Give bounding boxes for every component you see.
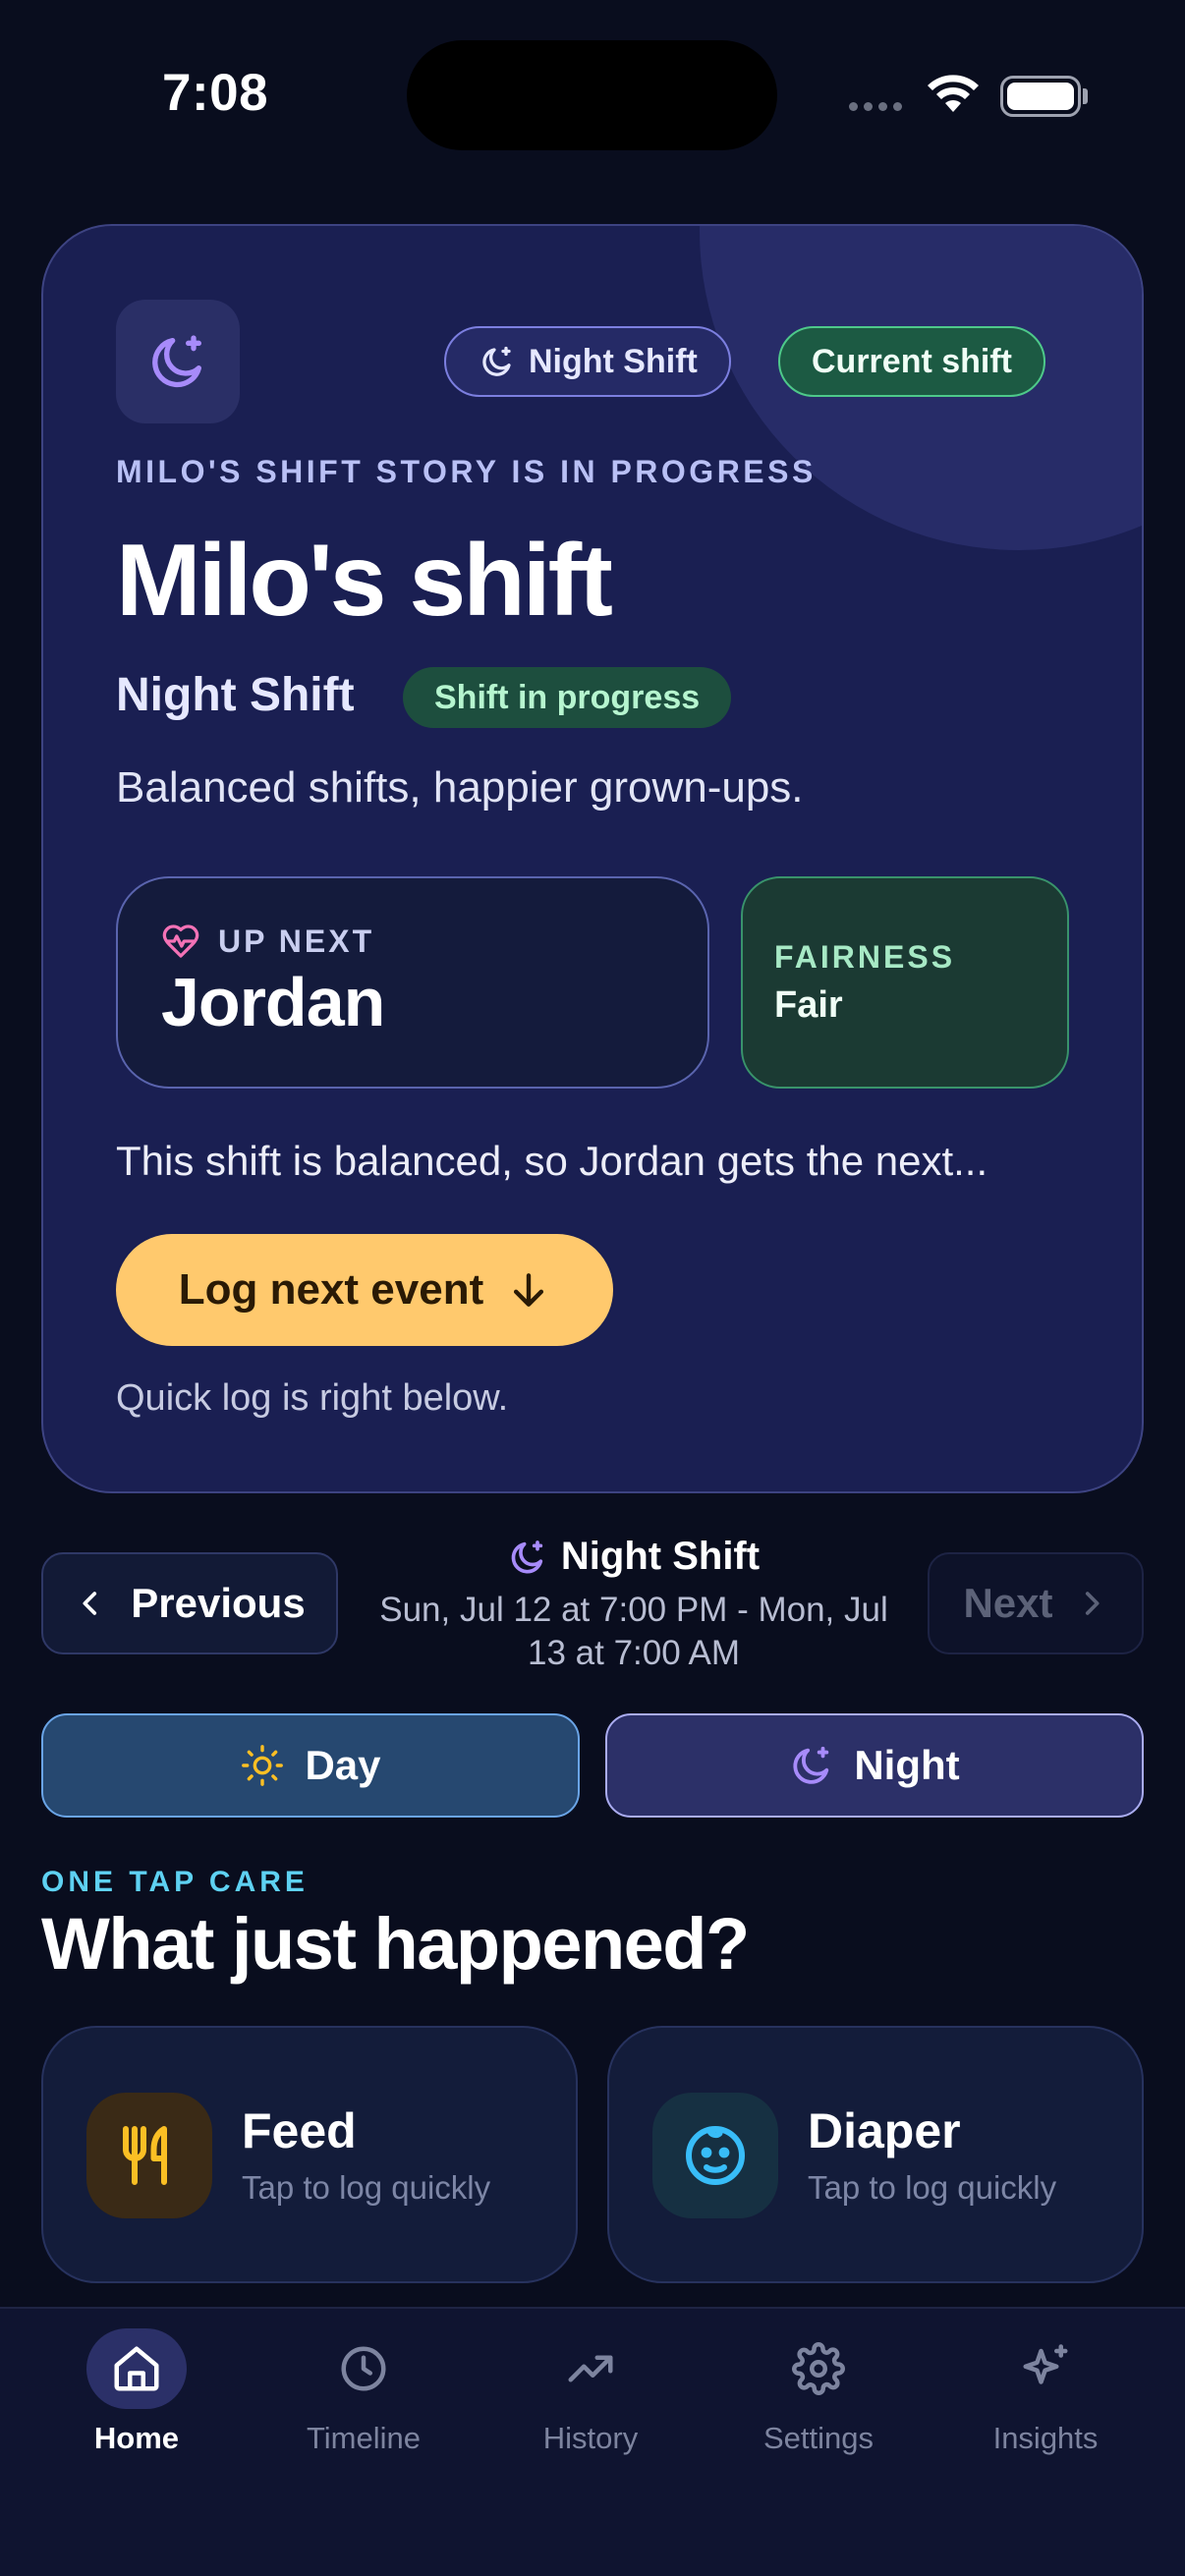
moon-star-icon: [482, 346, 511, 376]
next-shift-button[interactable]: Next: [928, 1552, 1144, 1654]
shift-hero-card: Night Shift Current shift MILO'S SHIFT S…: [41, 224, 1144, 1493]
current-shift-info: Night Shift Sun, Jul 12 at 7:00 PM - Mon…: [364, 1535, 904, 1675]
hero-tagline: Balanced shifts, happier grown-ups.: [116, 763, 804, 812]
fork-knife-icon: [123, 2126, 167, 2185]
baby-face-icon: [686, 2126, 745, 2185]
log-next-event-button[interactable]: Log next event: [116, 1234, 613, 1346]
tab-settings-icon-wrap: [768, 2328, 869, 2409]
night-mode-label: Night: [854, 1742, 960, 1788]
day-mode-label: Day: [305, 1742, 381, 1788]
diaper-card[interactable]: Diaper Tap to log quickly: [607, 2026, 1144, 2283]
battery-tip: [1083, 88, 1088, 104]
current-shift-title-text: Night Shift: [560, 1535, 761, 1578]
tab-timeline[interactable]: Timeline: [265, 2328, 462, 2456]
trend-icon: [568, 2355, 613, 2382]
up-next-card: UP NEXT Jordan: [116, 876, 709, 1089]
arrow-down-icon: [514, 1273, 544, 1307]
home-icon: [114, 2346, 159, 2391]
status-time: 7:08: [162, 64, 269, 122]
sun-icon: [242, 1745, 284, 1786]
fairness-card: FAIRNESS Fair: [741, 876, 1069, 1089]
tab-settings-label: Settings: [762, 2421, 874, 2455]
shift-subtitle: Night Shift: [116, 669, 355, 721]
quick-log-hint: Quick log is right below.: [116, 1377, 509, 1419]
page-title: Milo's shift: [116, 524, 613, 638]
shift-type-chip-label: Night Shift: [529, 342, 698, 380]
care-title: What just happened?: [41, 1903, 750, 1985]
hero-eyebrow: MILO'S SHIFT STORY IS IN PROGRESS: [116, 454, 817, 489]
tab-home-label: Home: [93, 2421, 180, 2455]
tab-history[interactable]: History: [492, 2328, 689, 2456]
moon-star-icon: [793, 1746, 829, 1784]
chevron-right-icon: [1085, 1592, 1100, 1615]
heart-pulse-icon: [162, 924, 199, 958]
current-shift-title: Night Shift: [364, 1535, 904, 1579]
day-mode-button[interactable]: Day: [41, 1713, 580, 1818]
next-label: Next: [963, 1580, 1053, 1626]
wifi-icon: [928, 75, 979, 112]
previous-shift-button[interactable]: Previous: [41, 1552, 338, 1654]
tab-bar: Home Timeline History Settings Insights: [0, 2307, 1185, 2576]
tab-home-icon-wrap: [86, 2328, 187, 2409]
current-shift-range: Sun, Jul 12 at 7:00 PM - Mon, Jul 13 at …: [379, 1591, 888, 1672]
diaper-icon-tile: [652, 2093, 778, 2218]
up-next-name: Jordan: [161, 964, 385, 1040]
feed-icon-tile: [86, 2093, 212, 2218]
tab-history-label: History: [542, 2421, 639, 2455]
fairness-explanation: This shift is balanced, so Jordan gets t…: [116, 1138, 988, 1184]
gear-icon: [792, 2342, 845, 2395]
tab-timeline-label: Timeline: [307, 2421, 421, 2455]
feed-name: Feed: [242, 2103, 357, 2158]
previous-label: Previous: [131, 1580, 306, 1626]
current-shift-chip: Current shift: [778, 326, 1045, 397]
feed-card[interactable]: Feed Tap to log quickly: [41, 2026, 578, 2283]
moon-star-icon: [511, 1540, 543, 1574]
moon-star-icon: [152, 335, 201, 388]
up-next-label: UP NEXT: [161, 922, 374, 961]
battery-icon: [1000, 76, 1081, 117]
fairness-value: Fair: [774, 984, 843, 1026]
tab-home[interactable]: Home: [38, 2328, 235, 2456]
tab-history-icon-wrap: [540, 2328, 641, 2409]
tab-settings[interactable]: Settings: [720, 2328, 917, 2456]
feed-hint: Tap to log quickly: [242, 2169, 491, 2206]
shift-type-chip: Night Shift: [444, 326, 731, 397]
sparkle-icon: [1023, 2344, 1068, 2384]
tab-insights-label: Insights: [992, 2421, 1099, 2455]
tab-timeline-icon-wrap: [313, 2328, 414, 2409]
cellular-signal-icon: [849, 102, 902, 111]
up-next-label-text: UP NEXT: [218, 923, 375, 959]
chevron-left-icon: [83, 1592, 97, 1615]
diaper-hint: Tap to log quickly: [808, 2169, 1057, 2206]
tab-insights[interactable]: Insights: [947, 2328, 1144, 2456]
clock-icon: [341, 2346, 386, 2391]
tab-insights-icon-wrap: [995, 2328, 1096, 2409]
dynamic-island: [407, 40, 777, 150]
status-badge: Shift in progress: [403, 667, 732, 728]
moon-tile: [116, 300, 240, 423]
log-next-event-label: Log next event: [178, 1265, 484, 1314]
night-mode-button[interactable]: Night: [605, 1713, 1144, 1818]
diaper-name: Diaper: [808, 2103, 961, 2158]
fairness-label: FAIRNESS: [774, 939, 956, 975]
care-eyebrow: ONE TAP CARE: [41, 1866, 309, 1898]
